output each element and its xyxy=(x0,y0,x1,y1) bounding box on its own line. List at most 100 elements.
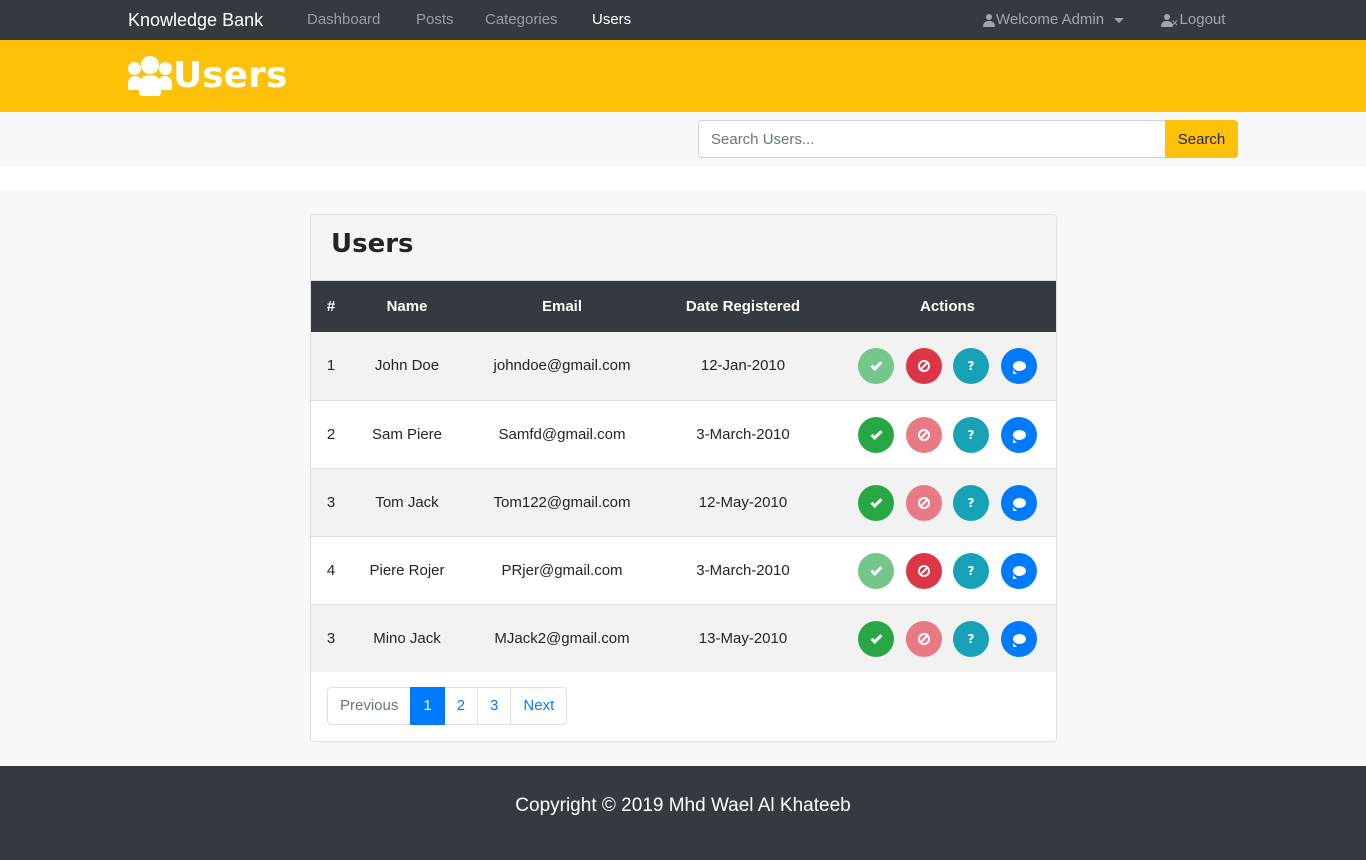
row-email: PRjer@gmail.com xyxy=(501,562,623,579)
table-row: 3 Tom Jack Tom122@gmail.com 12-May-2010? xyxy=(311,468,1056,536)
comment-icon xyxy=(1012,498,1026,511)
table-row: 1 John Doe johndoe@gmail.com 12-Jan-2010? xyxy=(311,332,1056,400)
navbar: Knowledge Bank Dashboard Posts Categorie… xyxy=(0,0,1366,40)
ban-icon xyxy=(918,633,930,645)
user-icon xyxy=(983,13,995,27)
comment-icon xyxy=(1012,634,1026,647)
info-button[interactable]: ? xyxy=(953,485,989,521)
nav-link-dashboard[interactable]: Dashboard xyxy=(307,0,380,40)
page-title-text: Users xyxy=(173,54,288,96)
approve-button[interactable] xyxy=(858,417,894,453)
check-icon xyxy=(869,427,883,440)
message-button[interactable] xyxy=(1001,348,1037,384)
message-button[interactable] xyxy=(1001,485,1037,521)
approve-button[interactable] xyxy=(858,553,894,589)
row-number: 3 xyxy=(326,494,336,511)
ban-icon xyxy=(918,565,930,577)
check-icon xyxy=(869,631,883,644)
pagination-previous[interactable]: Previous xyxy=(327,687,412,725)
ban-icon xyxy=(918,429,930,441)
brand-link[interactable]: Knowledge Bank xyxy=(128,0,263,40)
approve-button[interactable] xyxy=(858,348,894,384)
column-header-number: # xyxy=(326,298,336,315)
card-header: Users xyxy=(311,215,1056,281)
message-button[interactable] xyxy=(1001,417,1037,453)
block-button[interactable] xyxy=(906,553,942,589)
row-email: johndoe@gmail.com xyxy=(493,357,631,374)
column-header-name: Name xyxy=(386,298,428,315)
row-email: Samfd@gmail.com xyxy=(498,426,626,443)
block-button[interactable] xyxy=(906,417,942,453)
row-number: 1 xyxy=(326,357,336,374)
row-email: MJack2@gmail.com xyxy=(494,630,630,647)
approve-button[interactable] xyxy=(858,485,894,521)
info-button[interactable]: ? xyxy=(953,621,989,657)
message-button[interactable] xyxy=(1001,553,1037,589)
pagination-page-2[interactable]: 2 xyxy=(443,687,479,725)
table-header: # Name Email Date Registered Actions xyxy=(311,281,1056,332)
row-name: Piere Rojer xyxy=(369,562,445,579)
pagination-next[interactable]: Next xyxy=(510,687,568,725)
check-icon xyxy=(869,495,883,508)
table-row: 4 Piere Rojer PRjer@gmail.com 3-March-2010? xyxy=(311,536,1056,604)
footer: Copyright © 2019 Mhd Wael Al Khateeb xyxy=(0,766,1366,860)
divider-strip xyxy=(0,166,1366,190)
users-card: Users # Name Email Date Registered Actio… xyxy=(310,214,1057,742)
row-number: 3 xyxy=(326,630,336,647)
times-icon: ✕ xyxy=(1171,18,1179,28)
row-name: Tom Jack xyxy=(375,494,439,511)
nav-link-users[interactable]: Users xyxy=(592,0,631,40)
caret-down-icon xyxy=(1114,17,1125,23)
block-button[interactable] xyxy=(906,621,942,657)
pagination-page-3[interactable]: 3 xyxy=(477,687,512,725)
table-row: 3 Mino Jack MJack2@gmail.com 13-May-2010? xyxy=(311,604,1056,672)
question-icon: ? xyxy=(967,496,975,510)
table-row: 2 Sam Piere Samfd@gmail.com 3-March-2010? xyxy=(311,400,1056,468)
approve-button[interactable] xyxy=(858,621,894,657)
row-date: 3-March-2010 xyxy=(696,426,790,443)
nav-link-posts[interactable]: Posts xyxy=(416,0,454,40)
check-icon xyxy=(869,358,883,371)
card-title: Users xyxy=(331,229,414,259)
page-header: Users xyxy=(0,40,1366,112)
info-button[interactable]: ? xyxy=(953,417,989,453)
row-name: John Doe xyxy=(374,357,440,374)
row-date: 3-March-2010 xyxy=(696,562,790,579)
check-icon xyxy=(869,563,883,576)
row-name: Mino Jack xyxy=(373,630,441,647)
users-icon xyxy=(128,54,172,96)
column-header-email: Email xyxy=(541,298,583,315)
question-icon: ? xyxy=(967,359,975,373)
page-title: Users xyxy=(128,50,287,100)
copyright-text: Copyright © 2019 Mhd Wael Al Khateeb xyxy=(515,795,851,816)
question-icon: ? xyxy=(967,564,975,578)
message-button[interactable] xyxy=(1001,621,1037,657)
nav-link-categories[interactable]: Categories xyxy=(485,0,558,40)
row-date: 12-Jan-2010 xyxy=(700,357,786,374)
comment-icon xyxy=(1012,430,1026,443)
comment-icon xyxy=(1012,566,1026,579)
search-input[interactable] xyxy=(698,120,1166,158)
search-button[interactable]: Search xyxy=(1165,120,1238,158)
comment-icon xyxy=(1012,361,1026,374)
welcome-dropdown[interactable]: Welcome Admin xyxy=(983,0,1125,40)
block-button[interactable] xyxy=(906,485,942,521)
row-date: 13-May-2010 xyxy=(698,630,788,647)
ban-icon xyxy=(918,360,930,372)
logout-label: Logout xyxy=(1179,11,1226,28)
column-header-actions: Actions xyxy=(919,298,975,315)
row-number: 4 xyxy=(326,562,336,579)
info-button[interactable]: ? xyxy=(953,553,989,589)
row-email: Tom122@gmail.com xyxy=(493,494,631,511)
pagination-page-1[interactable]: 1 xyxy=(410,687,445,725)
question-icon: ? xyxy=(967,632,975,646)
block-button[interactable] xyxy=(906,348,942,384)
column-header-date: Date Registered xyxy=(685,298,801,315)
info-button[interactable]: ? xyxy=(953,348,989,384)
pagination: Previous 1 2 3 Next xyxy=(327,687,568,725)
logout-link[interactable]: ✕ Logout xyxy=(1161,0,1225,40)
row-name: Sam Piere xyxy=(371,426,443,443)
welcome-label: Welcome Admin xyxy=(996,11,1105,28)
row-date: 12-May-2010 xyxy=(698,494,788,511)
row-number: 2 xyxy=(326,426,336,443)
